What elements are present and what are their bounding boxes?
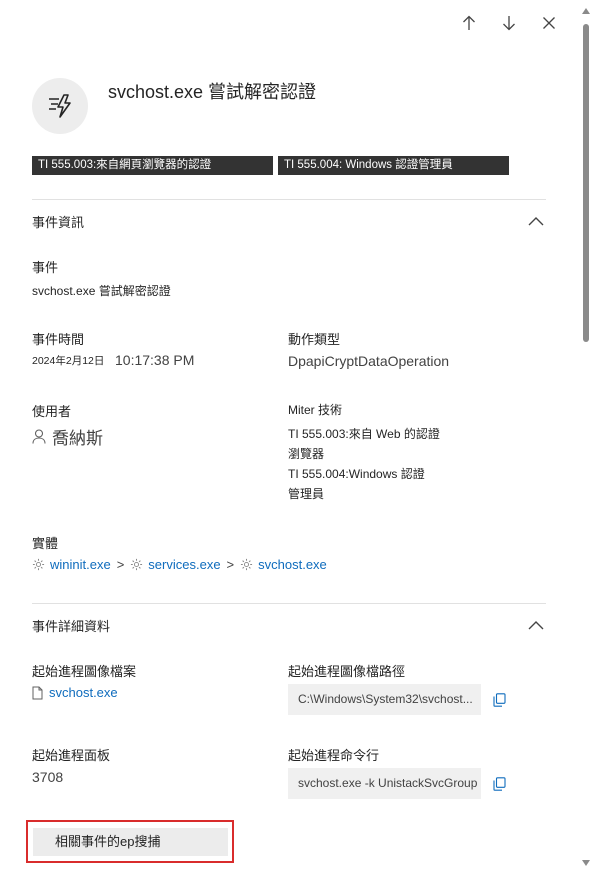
- mitre-label: Miter 技術: [288, 403, 343, 417]
- event-value: svchost.exe 嘗試解密認證: [32, 284, 171, 298]
- mitre-tag: TI 555.004: Windows 認證管理員: [278, 156, 509, 175]
- scroll-up-arrow[interactable]: [582, 8, 590, 14]
- section-header-event-info[interactable]: 事件資訊: [32, 211, 546, 231]
- user-label: 使用者: [32, 404, 72, 419]
- gear-icon: [240, 558, 253, 571]
- arrow-up-icon[interactable]: [456, 10, 482, 36]
- chevron-up-icon[interactable]: [526, 211, 546, 231]
- image-file-link[interactable]: svchost.exe: [49, 685, 118, 700]
- panel-navigation: [456, 10, 562, 36]
- section-header-event-details[interactable]: 事件詳細資料: [32, 615, 546, 635]
- lightning-lines-icon: [32, 78, 88, 134]
- cmdline-label: 起始進程命令行: [288, 748, 380, 763]
- entity-separator: >: [116, 557, 125, 572]
- user-value-row: 喬納斯: [32, 424, 103, 449]
- divider: [32, 603, 546, 604]
- image-path-label: 起始進程圖像檔路徑: [288, 664, 406, 679]
- chevron-up-icon[interactable]: [526, 615, 546, 635]
- scroll-down-arrow[interactable]: [582, 860, 590, 866]
- event-time-date: 2024年2月12日: [32, 355, 105, 367]
- user-name: 喬納斯: [52, 429, 103, 448]
- panel-value: 3708: [32, 769, 64, 785]
- panel-header: [32, 78, 88, 134]
- section-title: 事件詳細資料: [32, 618, 111, 634]
- related-events-hunt-button[interactable]: 相關事件的ep搜捕: [33, 828, 228, 856]
- copy-icon[interactable]: [493, 693, 507, 707]
- mitre-tag: TI 555.003:來自網頁瀏覽器的認證: [32, 156, 273, 175]
- event-time-clock: 10:17:38 PM: [115, 352, 195, 368]
- image-file-row: svchost.exe: [32, 685, 118, 700]
- cmdline-value: svchost.exe -k UnistackSvcGroup: [288, 768, 481, 799]
- image-path-value: C:\Windows\System32\svchost...: [288, 684, 481, 715]
- highlight-box: 相關事件的ep搜捕: [26, 820, 234, 863]
- event-label: 事件: [32, 260, 59, 275]
- entities-label: 實體: [32, 536, 59, 551]
- scrollbar[interactable]: [580, 0, 592, 874]
- arrow-down-icon[interactable]: [496, 10, 522, 36]
- gear-icon: [32, 558, 45, 571]
- panel-label: 起始進程面板: [32, 748, 111, 763]
- divider: [32, 199, 546, 200]
- copy-icon[interactable]: [493, 777, 507, 791]
- entity-chain: wininit.exe > services.exe > svchost.exe: [32, 557, 327, 572]
- entity-link-wininit[interactable]: wininit.exe: [50, 557, 111, 572]
- entity-link-svchost[interactable]: svchost.exe: [258, 557, 327, 572]
- page-title: svchost.exe 嘗試解密認證: [108, 82, 317, 102]
- action-type-value: DpapiCryptDataOperation: [288, 353, 450, 369]
- mitre-tags: TI 555.003:來自網頁瀏覽器的認證 TI 555.004: Window…: [32, 156, 509, 175]
- action-type-label: 動作類型: [288, 332, 341, 347]
- mitre-line: 管理員: [288, 487, 325, 501]
- gear-icon: [130, 558, 143, 571]
- event-time-label: 事件時間: [32, 332, 85, 347]
- event-details-panel: svchost.exe 嘗試解密認證 TI 555.003:來自網頁瀏覽器的認證…: [0, 0, 592, 874]
- mitre-line: 瀏覽器: [288, 447, 325, 461]
- scrollbar-thumb[interactable]: [583, 24, 589, 342]
- mitre-line: TI 555.003:來自 Web 的認證: [288, 427, 440, 441]
- image-file-label: 起始進程圖像檔案: [32, 664, 137, 679]
- person-icon: [32, 429, 46, 444]
- file-icon: [32, 686, 43, 700]
- mitre-line: TI 555.004:Windows 認證: [288, 467, 425, 481]
- section-title: 事件資訊: [32, 214, 85, 230]
- entity-link-services[interactable]: services.exe: [148, 557, 220, 572]
- entity-separator: >: [226, 557, 235, 572]
- close-icon[interactable]: [536, 10, 562, 36]
